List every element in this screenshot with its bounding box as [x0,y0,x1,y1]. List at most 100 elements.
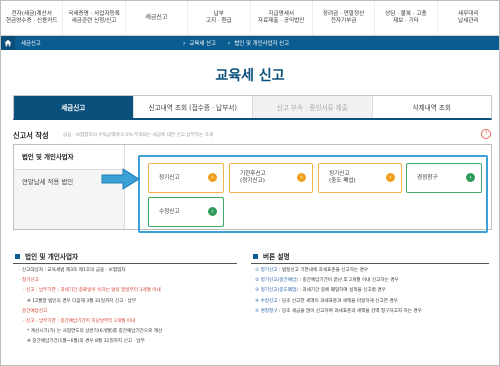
info-line: ※ 12월말 법인의 경우 다음해 3월 31일까지 신고 · 납부 [27,298,137,304]
info-line: · 정기신고 [19,278,39,284]
arrow-right-icon: › [466,173,475,182]
breadcrumb-item-2[interactable]: › 교육세 신고 [177,36,222,50]
regular-report-button[interactable]: 정기신고 › [148,163,224,193]
top-nav-item-4[interactable]: 납부 고지 · 환급 [188,1,251,35]
button-desc-key: ⑤ 경정청구 [255,308,278,314]
tab-bar: 세금신고 신고내역 조회 (접수증 · 납부서) 신고 부속 · 증빙서류 제출… [13,95,492,120]
correction-claim-button[interactable]: 경정청구 › [406,163,482,193]
tab-attachments[interactable]: 신고 부속 · 증빙서류 제출 [253,96,373,118]
button-desc-line: ② 정기신고(중간예납) : 중간예납기간이 끝난 후 2개월 이내 신고하는 … [255,276,491,286]
tab-tax-report[interactable]: 세금신고 [14,96,134,118]
arrow-right-icon: › [208,207,217,216]
button-desc-text: : 당초 신고한 세액이 과세표준과 세액을 미달하게 신고한 경우 [277,298,398,304]
info-line: · 중간예납신고 [19,308,48,314]
option-label-line1: 경정청구 [417,174,438,181]
left-panel-title-text: 법인 및 개인사업자 [25,253,79,261]
button-desc-line: ① 정기신고 : 법정신고 기한내에 과세표준을 신고하는 경우 [255,266,491,276]
button-desc-text: : 당초 세금을 많이 신고하여 과세표준과 세액을 감액 청구하고자 하는 경… [277,308,422,314]
button-desc-text: : 과세기간 중에 폐업하여 실적을 신고할 경우 [297,288,386,294]
amended-report-button[interactable]: 수정신고 › [148,197,224,227]
option-label-line1: 수정신고 [159,208,180,215]
option-label: 정기신고 (중도 폐업) [329,164,356,192]
option-label: 경정청구 [417,164,438,192]
pointer-arrow-icon [101,168,140,190]
section-note: 금융 · 보험업자의 수익금액에 0.5% 부과되는 세금에 대한 신고 납부하… [63,133,214,138]
top-nav-item-6[interactable]: 장려금 · 연말정산 전자기부금 [313,1,376,35]
breadcrumb-item-3[interactable]: › 법인 및 개인사업자 신고 [222,36,295,50]
button-desc-line: ④ 수정신고 : 당초 신고한 세액이 과세표준과 세액을 미달하게 신고한 경… [255,297,491,307]
top-nav-label-line1: 장려금 · 연말정산 [322,10,365,17]
button-desc-key: ④ 수정신고 [255,298,278,304]
top-nav-label-line2: 제보 · 기타 [392,18,419,24]
top-nav-label-line1: 세무대리 [458,10,479,17]
divider [13,263,237,264]
top-nav-label-line2: 전자기부금 [330,18,357,24]
section-title: 신고서 작성 [13,131,49,140]
top-nav-label-line2: 자료제출 · 공익법인 [257,18,305,24]
top-nav-label-line2: 현금영수증 · 신용카드 [5,18,58,24]
square-bullet-icon [253,253,258,259]
closure-report-button[interactable]: 정기신고 (중도 폐업) › [318,163,402,193]
breadcrumb-label: 교육세 신고 [189,41,216,47]
top-nav-label-line1: 지급명세서 [268,10,295,17]
left-panel-title: 법인 및 개인사업자 [15,251,78,261]
button-desc-line: ⑤ 경정청구 : 당초 세금을 많이 신고하여 과세표준과 세액을 감액 청구하… [255,307,491,317]
info-line: · 신고대상자 : 교육세법 제3조 제1호의 금융 · 보험업자 [19,268,126,273]
info-line: ※ 중간예납기간(1월~6월)의 경우 8월 31일까지 신고 · 납부 [27,339,145,345]
button-desc-key: ② 정기신고(중간예납) [255,278,298,284]
top-nav-item-5[interactable]: 지급명세서 자료제출 · 공익법인 [251,1,313,35]
top-nav-item-3[interactable]: 세금신고 [126,1,189,35]
button-desc-key: ① 정기신고 [255,268,278,273]
top-nav-item-1[interactable]: 전자(세금)계산서 현금영수증 · 신용카드 [1,1,64,35]
option-label-line1: 정기신고 [329,171,350,177]
option-label-line1: 정기신고 [159,174,180,181]
top-nav-label-line1: 전자(세금)계산서 [11,10,52,17]
top-nav-item-2[interactable]: 국세증명 · 사업자등록 세금관련 신청/신고 [63,1,126,35]
page-title: 교육세 신고 [215,68,285,84]
left-panel-body: · 신고대상자 : 교육세법 제3조 제1호의 금융 · 보험업자 · 정기신고… [19,266,239,348]
top-navigation: 전자(세금)계산서 현금영수증 · 신용카드 국세증명 · 사업자등록 세금관련 신청… [1,1,499,36]
button-desc-text: : 법정신고 기한내에 과세표준을 신고하는 경우 [277,268,369,273]
info-line: * 계산시기(가) 는 사업연도의 상반기(6개월)를 중간예납기간으로 계산 [27,329,163,335]
option-label-line2: (중도 폐업) [329,178,356,184]
help-icon[interactable]: ? [481,129,491,139]
right-panel-title-text: 버튼 설명 [263,253,290,261]
option-label: 정기신고 [159,164,180,192]
arrow-right-icon: › [208,173,217,182]
top-nav-item-7[interactable]: 상담 · 불복 · 고충 제보 · 기타 [375,1,438,35]
breadcrumb: 세금신고 › 교육세 신고 › 법인 및 개인사업자 신고 [1,36,499,50]
top-nav-label-line1: 국세증명 · 사업자등록 [68,10,120,17]
home-icon[interactable] [1,36,15,50]
top-nav-item-8[interactable]: 세무대리 납세관리 [438,1,499,35]
arrow-right-icon: › [386,173,395,182]
button-desc-text: : 중간예납기간이 끝난 후 2개월 이내 신고하는 경우 [297,278,399,284]
info-line: - 신고 · 납부기한 : 과세기간 종료일이 속하는 달의 말일부터 3개월 … [23,288,161,294]
divider [251,263,489,264]
chevron-right-icon: › [183,39,186,47]
arrow-right-icon: › [297,173,306,182]
button-desc-key: ③ 정기신고(중도폐업) [255,288,298,294]
top-nav-label-line2: 세금관련 신청/신고 [71,18,117,24]
top-nav-label-line1: 상담 · 불복 · 고충 [385,10,427,17]
breadcrumb-label: 세금신고 [21,41,41,47]
square-bullet-icon [15,253,20,259]
late-report-button[interactable]: 기한후신고 (정기신고) › [229,163,313,193]
option-label: 기한후신고 (정기신고) [240,164,266,192]
option-label-line2: (정기신고) [240,178,265,184]
right-panel-title: 버튼 설명 [253,251,290,261]
option-label-line1: 기한후신고 [240,171,266,177]
page-frame: 전자(세금)계산서 현금영수증 · 신용카드 국세증명 · 사업자등록 세금관련 신청… [0,0,500,366]
report-form: 법인 및 개인사업자 연말납세 적용 법인 정기신고 › 기한후신고 (정기신고… [13,144,492,233]
info-line: - 신고 · 납부기한 : 중간예납기간이 지난날부터 2개월 이내 [23,319,136,325]
top-nav-label-line1: 납부 [213,10,224,17]
breadcrumb-item-1[interactable]: 세금신고 [15,36,177,50]
tab-report-history[interactable]: 신고내역 조회 (접수증 · 납부서) [133,96,253,118]
top-nav-label-line2: 고지 · 환급 [205,18,232,24]
tab-deleted-history[interactable]: 삭제내역 조회 [372,96,491,118]
chevron-right-icon: › [227,39,231,47]
option-label: 수정신고 [159,198,180,226]
top-nav-label-line1: 세금신고 [145,14,168,22]
top-nav-label-line2: 납세관리 [458,18,479,24]
breadcrumb-label: 법인 및 개인사업자 신고 [234,41,290,47]
report-options: 정기신고 › 기한후신고 (정기신고) › 정기신고 (중도 폐업) › 경정청… [138,155,488,233]
